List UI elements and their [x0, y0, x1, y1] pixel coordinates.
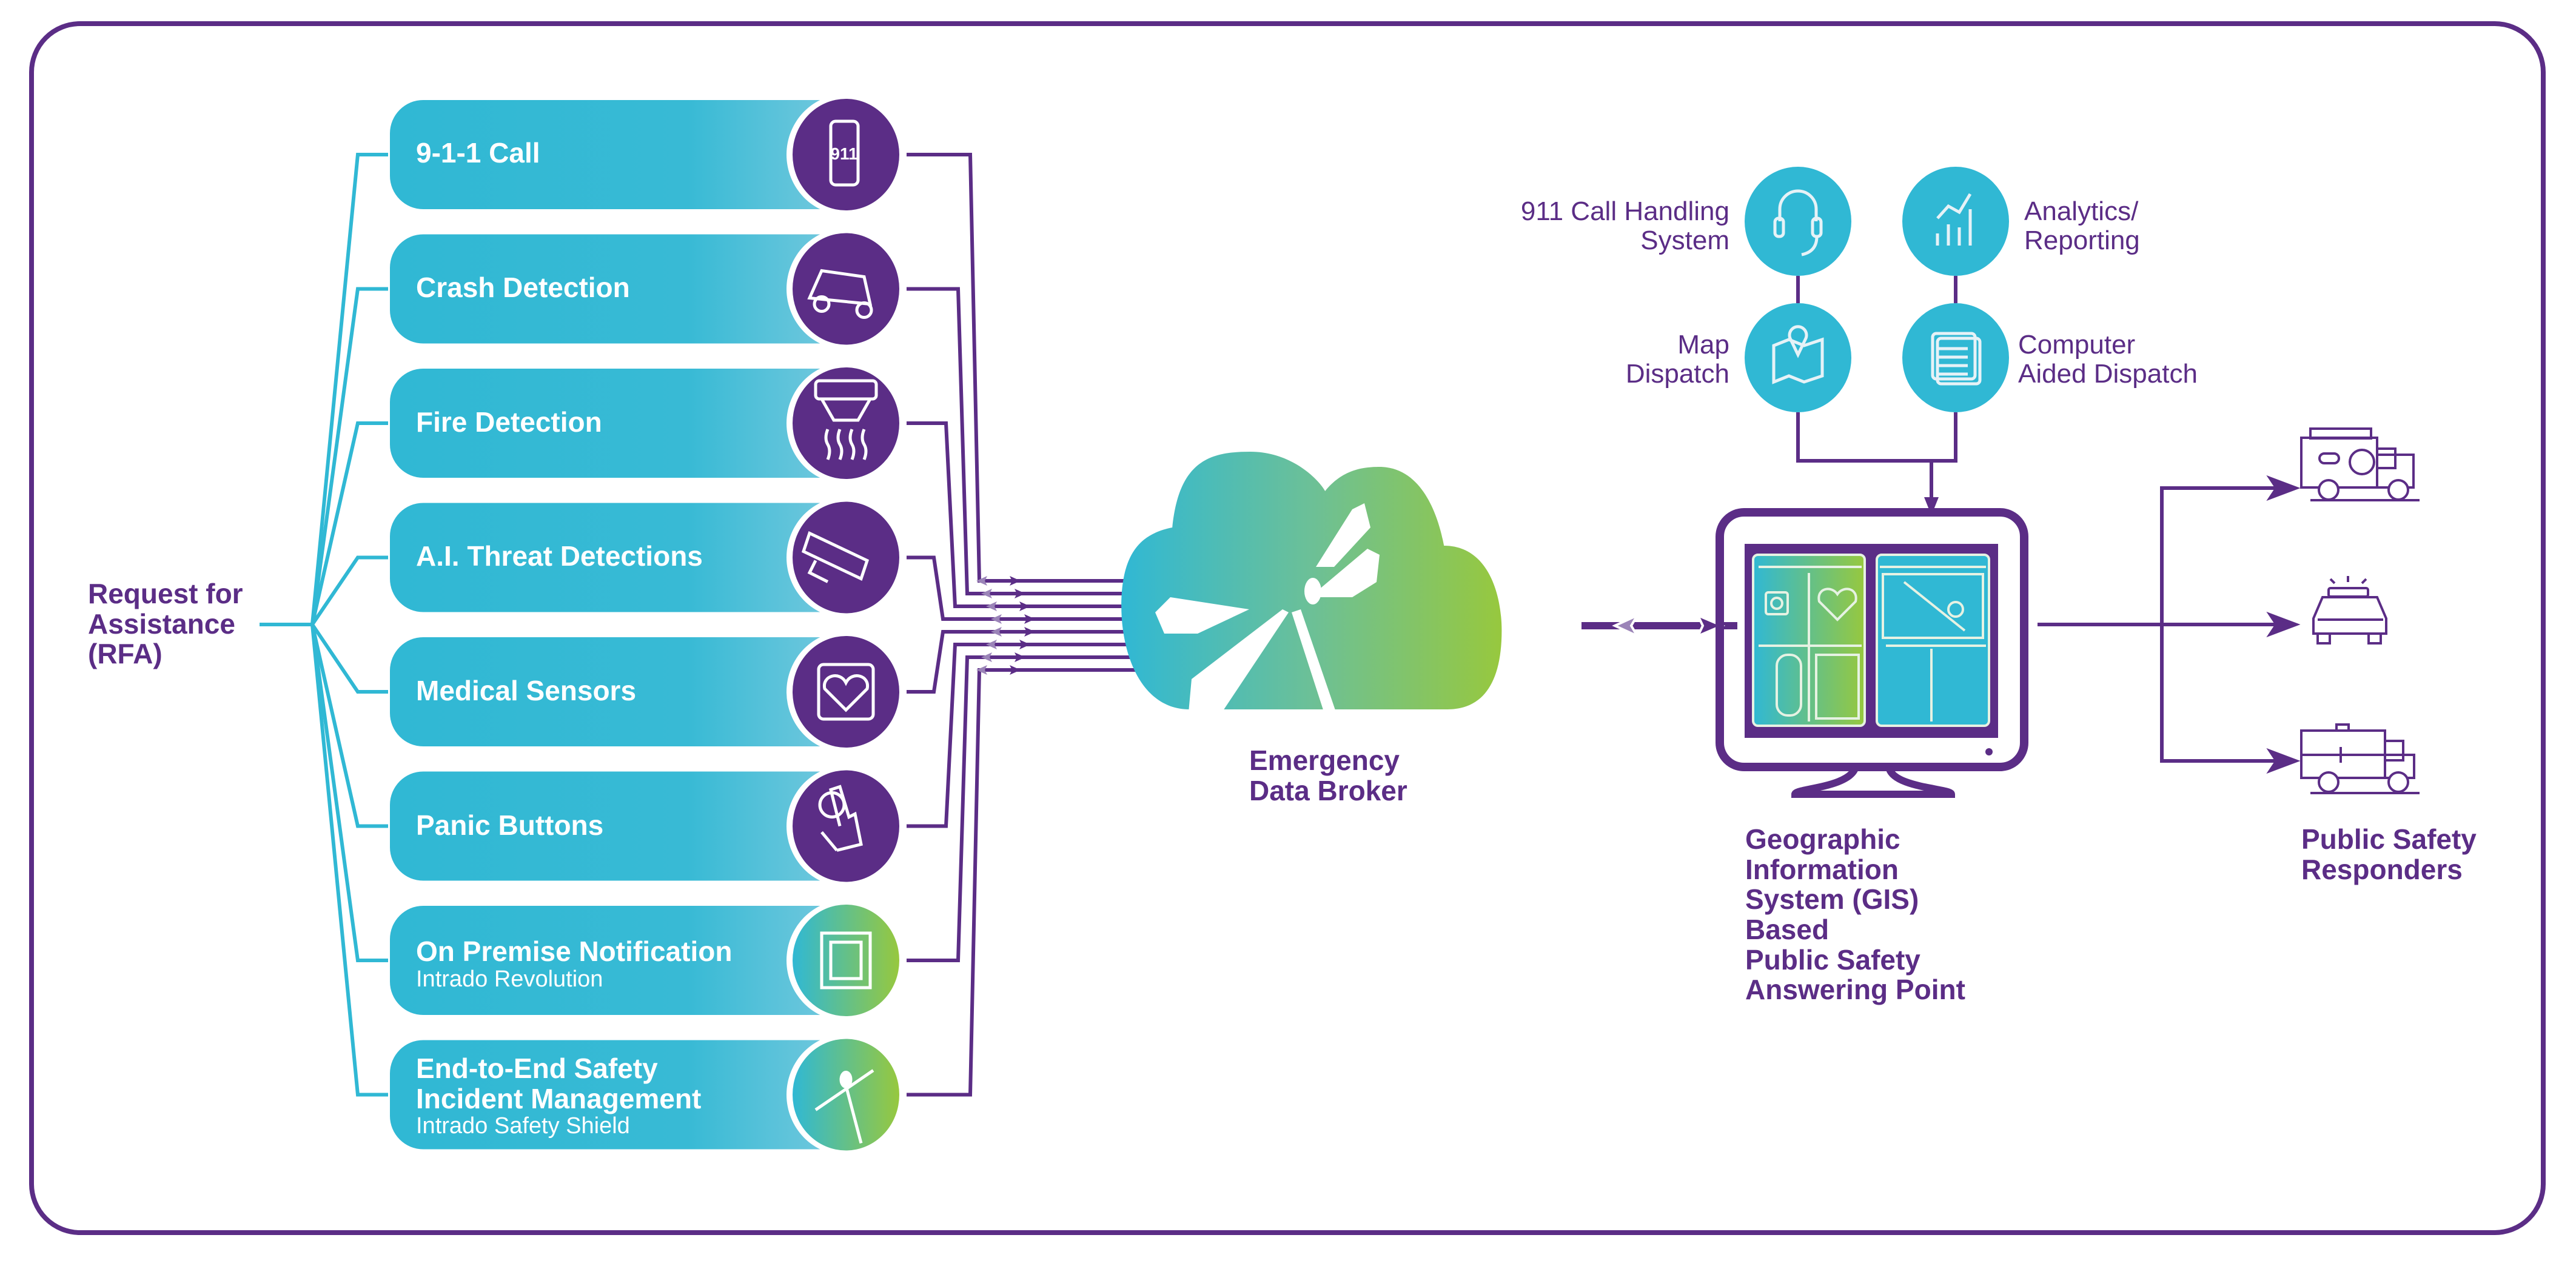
responders-line: Responders [2301, 853, 2463, 885]
monitor-dashboard-icon [1716, 508, 2028, 798]
psap-line: Public Safety [1745, 943, 1920, 976]
item-title: A.I. Threat Detections [416, 540, 703, 572]
item-broker-line [907, 630, 1140, 694]
service-label-call-handling: 911 Call Handling System [1455, 196, 1729, 256]
police-car-icon [2312, 576, 2387, 645]
psap-line: Answering Point [1745, 974, 1965, 1006]
item-broker-arrows [976, 576, 1035, 675]
item-label-crash-detection: Crash Detection [416, 272, 630, 303]
svg-text:911: 911 [830, 144, 857, 163]
item-title: On Premise Notification [416, 936, 733, 967]
source-items: 911 [390, 94, 905, 1156]
label-line: Analytics/ [2024, 196, 2139, 226]
label-line: 911 Call Handling [1520, 196, 1729, 226]
psap-label: Geographic Information System (GIS) Base… [1745, 823, 1965, 1006]
label-line: Map [1677, 330, 1729, 360]
item-title: Fire Detection [416, 406, 602, 438]
smoke-detector-icon [793, 367, 899, 479]
rfa-label: Request for Assistance (RFA) [88, 578, 243, 670]
cloud-dragonfly-icon [1121, 452, 1502, 715]
security-camera-icon [793, 501, 899, 614]
broker-line-2: Data Broker [1249, 774, 1407, 806]
fire-truck-icon [2300, 427, 2420, 501]
psap-services [1745, 167, 2009, 412]
service-label-cad: Computer Aided Dispatch [2018, 330, 2198, 389]
item-label-panic-buttons: Panic Buttons [416, 809, 604, 841]
finger-press-icon [793, 770, 899, 882]
responders-line: Public Safety [2301, 823, 2477, 855]
broker-psap-link [1581, 612, 1737, 639]
psap-line: Information [1745, 853, 1899, 885]
label-line: Dispatch [1625, 359, 1729, 389]
label-line: Reporting [2024, 226, 2140, 256]
item-broker-line [907, 655, 1140, 962]
item-title: Medical Sensors [416, 675, 637, 706]
item-label-fire-detection: Fire Detection [416, 407, 602, 438]
item-broker-line [907, 287, 1140, 595]
label-line: Aided Dispatch [2018, 359, 2198, 389]
item-broker-line [907, 555, 1140, 621]
rfa-connector-lines [260, 153, 388, 1097]
ambulance-icon [2300, 723, 2420, 794]
responder-arrows [2038, 475, 2301, 774]
item-title-line-2: Incident Management [416, 1082, 702, 1114]
broker-line-1: Emergency [1249, 745, 1400, 776]
label-line: Computer [2018, 330, 2136, 360]
psap-line: System (GIS) [1745, 883, 1919, 916]
item-subtitle: Intrado Safety Shield [416, 1113, 630, 1139]
psap-line: Geographic [1745, 823, 1900, 855]
rfa-line-1: Request for [88, 578, 243, 609]
item-label-on-premise: On Premise Notification Intrado Revolutio… [416, 936, 733, 992]
service-circle[interactable] [1745, 167, 1851, 276]
service-circle[interactable] [1745, 303, 1851, 412]
label-line: System [1640, 226, 1729, 256]
service-circle[interactable] [1902, 303, 2009, 412]
service-circle[interactable] [1902, 167, 2009, 276]
item-broker-line [907, 153, 1140, 583]
item-subtitle: Intrado Revolution [416, 966, 603, 992]
analytics-chart-icon [1902, 167, 2009, 276]
service-label-analytics: Analytics/ Reporting [2024, 196, 2140, 256]
rfa-line-2: Assistance [88, 608, 235, 640]
item-title: 9-1-1 Call [416, 137, 540, 169]
item-label-ai-threat: A.I. Threat Detections [416, 541, 703, 572]
broker-label: Emergency Data Broker [1249, 745, 1407, 806]
crashed-car-icon [793, 233, 899, 345]
item-title-line-1: End-to-End Safety [416, 1053, 658, 1084]
responders-label: Public Safety Responders [2301, 823, 2477, 885]
smartwatch-heart-icon [793, 636, 899, 748]
diagram-stage: 911 Request for Assistance (RFA) 9-1-1 C… [0, 0, 2576, 1266]
item-label-end-to-end: End-to-End Safety Incident Management Intr… [416, 1053, 702, 1139]
item-broker-lines [907, 153, 1140, 1097]
headset-icon [1745, 167, 1851, 276]
dragonfly-logo-icon [793, 1039, 899, 1151]
service-label-map-dispatch: Map Dispatch [1455, 330, 1729, 389]
item-title: Panic Buttons [416, 809, 604, 841]
chip-icon [793, 905, 899, 1016]
item-broker-line [907, 668, 1140, 1097]
rfa-line-3: (RFA) [88, 638, 163, 670]
diagram-canvas: 911 [29, 21, 2546, 1235]
item-label-911-call: 9-1-1 Call [416, 138, 540, 169]
item-broker-line [907, 421, 1140, 608]
item-title: Crash Detection [416, 272, 630, 303]
item-label-medical-sensors: Medical Sensors [416, 675, 637, 706]
psap-line: Based [1745, 914, 1830, 946]
